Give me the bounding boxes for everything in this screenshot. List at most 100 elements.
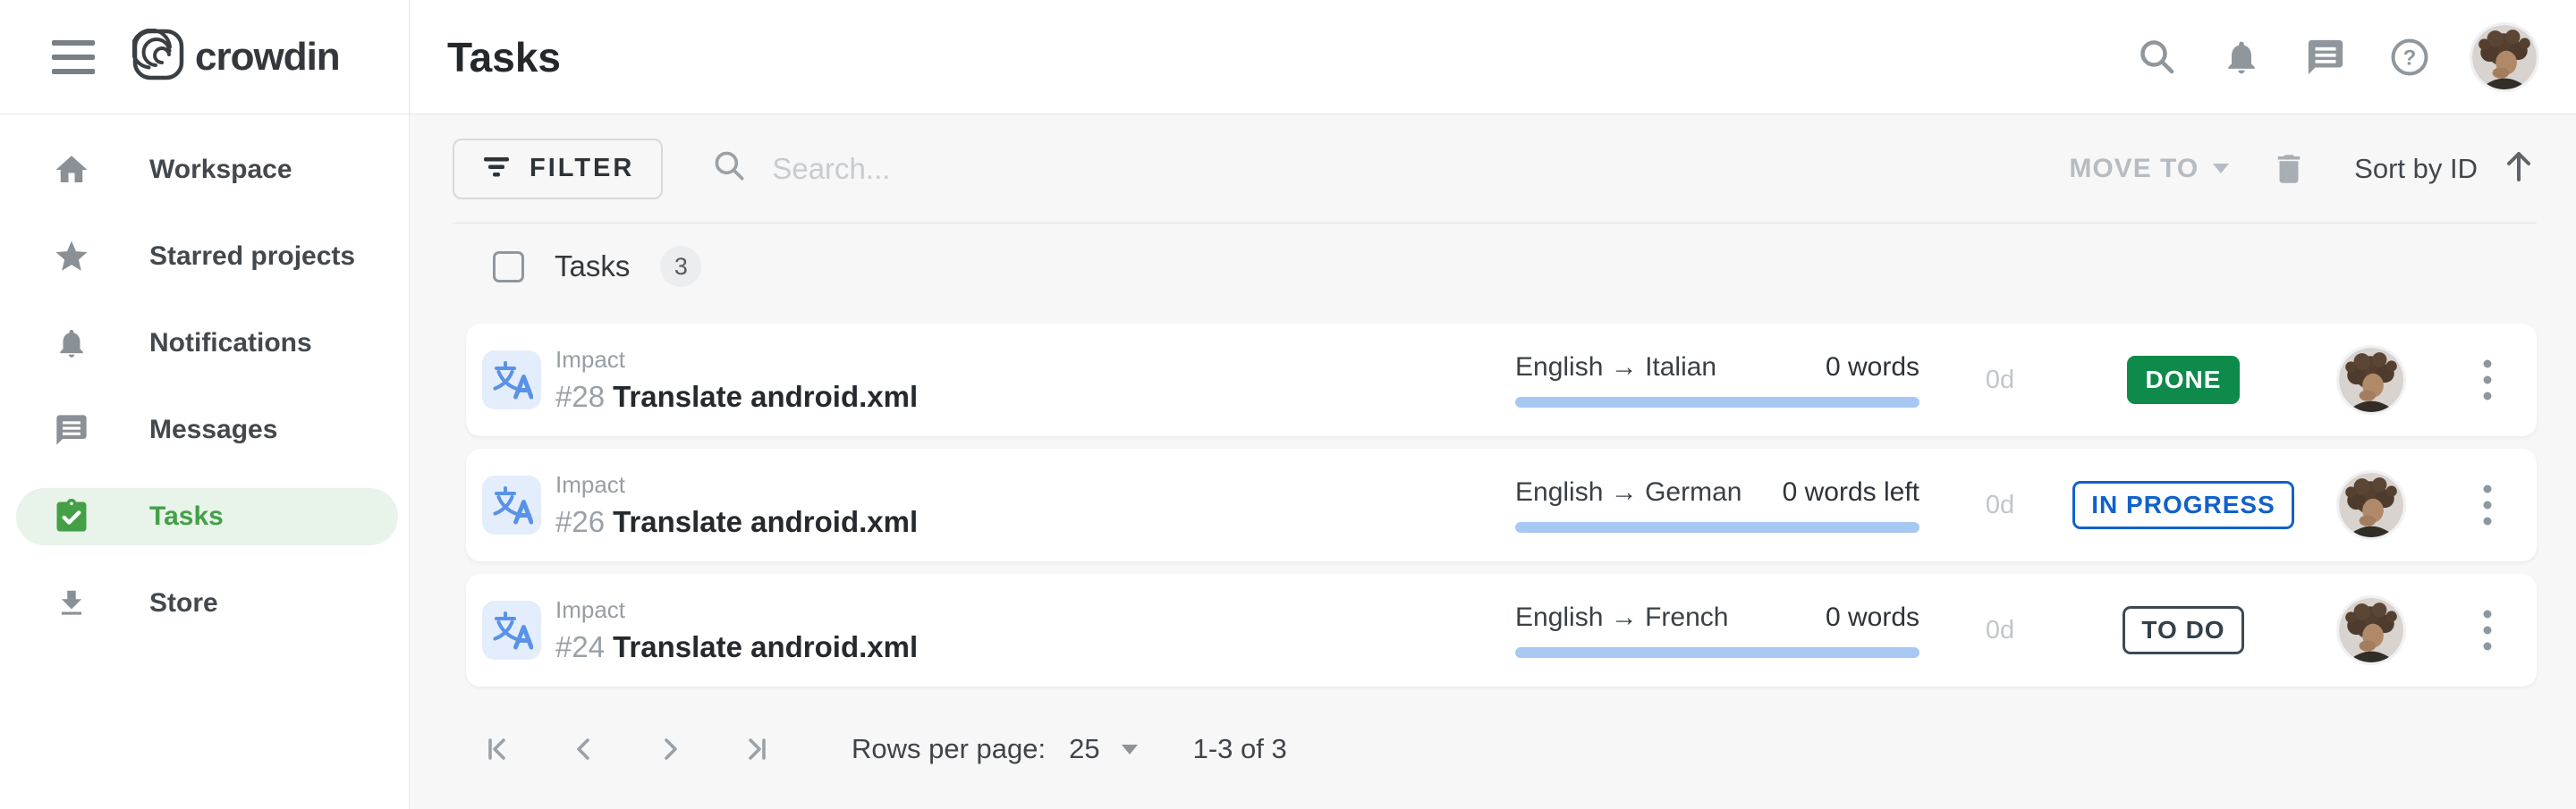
assignee-cell xyxy=(2286,473,2456,537)
last-page-icon[interactable] xyxy=(735,729,776,770)
chevron-down-icon xyxy=(1122,745,1138,754)
sidebar-item-tasks[interactable]: Tasks xyxy=(16,488,398,545)
project-name: Impact xyxy=(555,346,918,374)
status-badge: IN PROGRESS xyxy=(2072,481,2293,529)
task-title: Translate android.xml xyxy=(613,630,918,664)
home-icon xyxy=(51,151,92,189)
move-to-label: MOVE TO xyxy=(2069,154,2199,184)
task-row[interactable]: Impact #24 Translate android.xml English… xyxy=(466,574,2537,687)
sort-label: Sort by ID xyxy=(2354,153,2478,185)
row-kebab-menu-icon[interactable] xyxy=(2456,482,2519,528)
task-row[interactable]: Impact #28 Translate android.xml English… xyxy=(466,324,2537,436)
progress-bar xyxy=(1515,647,1919,658)
words-count: 0 words left xyxy=(1783,477,1919,508)
filter-button[interactable]: FILTER xyxy=(453,139,663,199)
assignee-avatar[interactable] xyxy=(2339,598,2403,662)
assignee-cell xyxy=(2286,598,2456,662)
task-name-cell: Impact #24 Translate android.xml xyxy=(482,596,1515,664)
sidebar-item-workspace[interactable]: Workspace xyxy=(16,141,398,198)
topbar: Tasks xyxy=(410,0,2576,114)
brand-wordmark: crowdin xyxy=(195,35,340,80)
user-avatar[interactable] xyxy=(2472,25,2537,89)
sidebar-item-label: Store xyxy=(149,588,218,619)
task-id: #24 xyxy=(555,630,605,664)
assignee-avatar[interactable] xyxy=(2339,348,2403,412)
sidebar-item-label: Workspace xyxy=(149,155,292,185)
sidebar: Workspace Starred projects Notifications… xyxy=(0,114,410,809)
language-pair: English → German xyxy=(1515,477,1741,508)
sidebar-item-label: Messages xyxy=(149,415,277,445)
task-id: #26 xyxy=(555,505,605,539)
select-all-checkbox[interactable] xyxy=(493,251,524,282)
task-row[interactable]: Impact #26 Translate android.xml English… xyxy=(466,449,2537,561)
toolbar-right: MOVE TO Sort by ID xyxy=(2069,148,2537,189)
sidebar-item-label: Notifications xyxy=(149,328,312,358)
search-icon[interactable] xyxy=(2136,36,2179,79)
task-progress-cell: English → Italian 0 words xyxy=(1515,352,1919,408)
message-icon xyxy=(51,412,92,448)
translate-task-icon xyxy=(482,476,541,535)
rows-per-page-select[interactable]: 25 xyxy=(1069,733,1137,765)
status-cell: TO DO xyxy=(2080,606,2286,654)
task-name-cell: Impact #26 Translate android.xml xyxy=(482,471,1515,539)
search-input[interactable] xyxy=(772,152,1398,186)
crowdin-logo-icon xyxy=(132,29,184,85)
sort-direction-arrow-up-icon xyxy=(2501,148,2537,189)
pagination-range: 1-3 of 3 xyxy=(1193,733,1287,765)
words-count: 0 words xyxy=(1826,352,1919,383)
sidebar-item-messages[interactable]: Messages xyxy=(16,401,398,459)
task-list-header: Tasks 3 xyxy=(453,223,2537,309)
crowdin-logo[interactable]: crowdin xyxy=(132,29,340,85)
next-page-icon[interactable] xyxy=(649,729,691,770)
task-name-text: Impact #26 Translate android.xml xyxy=(555,471,918,539)
rows-per-page-label: Rows per page: xyxy=(852,733,1046,765)
move-to-dropdown[interactable]: MOVE TO xyxy=(2069,154,2229,184)
sidebar-item-store[interactable]: Store xyxy=(16,575,398,632)
status-cell: DONE xyxy=(2080,356,2286,404)
search-box xyxy=(711,147,2069,190)
language-pair: English → Italian xyxy=(1515,352,1716,383)
filter-icon xyxy=(481,156,512,181)
progress-bar xyxy=(1515,522,1919,533)
help-icon[interactable]: ? xyxy=(2388,36,2431,79)
filter-button-label: FILTER xyxy=(530,154,634,183)
due-in: 0d xyxy=(1919,491,2080,520)
due-in: 0d xyxy=(1919,616,2080,645)
app-window: crowdin Tasks xyxy=(0,0,2576,809)
tasks-clipboard-icon xyxy=(51,497,92,536)
language-pair: English → French xyxy=(1515,603,1728,633)
download-icon xyxy=(51,586,92,620)
task-name-text: Impact #28 Translate android.xml xyxy=(555,346,918,414)
previous-page-icon[interactable] xyxy=(564,729,605,770)
assignee-cell xyxy=(2286,348,2456,412)
search-icon xyxy=(711,147,749,190)
status-badge: DONE xyxy=(2127,356,2241,404)
delete-trash-icon[interactable] xyxy=(2270,150,2308,188)
row-kebab-menu-icon[interactable] xyxy=(2456,607,2519,653)
task-title: Translate android.xml xyxy=(613,380,918,414)
pagination: Rows per page: 25 1-3 of 3 xyxy=(453,706,2537,792)
project-name: Impact xyxy=(555,471,918,499)
toolbar: FILTER MOVE TO xyxy=(453,114,2537,223)
topbar-actions: ? xyxy=(2136,25,2537,89)
messages-chat-icon[interactable] xyxy=(2304,36,2347,79)
page-title: Tasks xyxy=(447,33,561,81)
sidebar-item-notifications[interactable]: Notifications xyxy=(16,315,398,372)
notifications-bell-icon[interactable] xyxy=(2220,36,2263,79)
task-count-badge: 3 xyxy=(660,246,701,287)
task-progress-cell: English → German 0 words left xyxy=(1515,477,1919,533)
assignee-avatar[interactable] xyxy=(2339,473,2403,537)
sidebar-item-starred-projects[interactable]: Starred projects xyxy=(16,228,398,285)
sidebar-item-label: Starred projects xyxy=(149,241,355,272)
translate-task-icon xyxy=(482,350,541,409)
translate-task-icon xyxy=(482,601,541,660)
first-page-icon[interactable] xyxy=(478,729,519,770)
task-title: Translate android.xml xyxy=(613,505,918,539)
row-kebab-menu-icon[interactable] xyxy=(2456,357,2519,403)
project-name: Impact xyxy=(555,596,918,624)
progress-bar xyxy=(1515,397,1919,408)
topbar-brand-area: crowdin xyxy=(0,0,410,114)
sort-control[interactable]: Sort by ID xyxy=(2354,148,2537,189)
status-badge: TO DO xyxy=(2123,606,2243,654)
hamburger-menu-icon[interactable] xyxy=(52,40,95,74)
